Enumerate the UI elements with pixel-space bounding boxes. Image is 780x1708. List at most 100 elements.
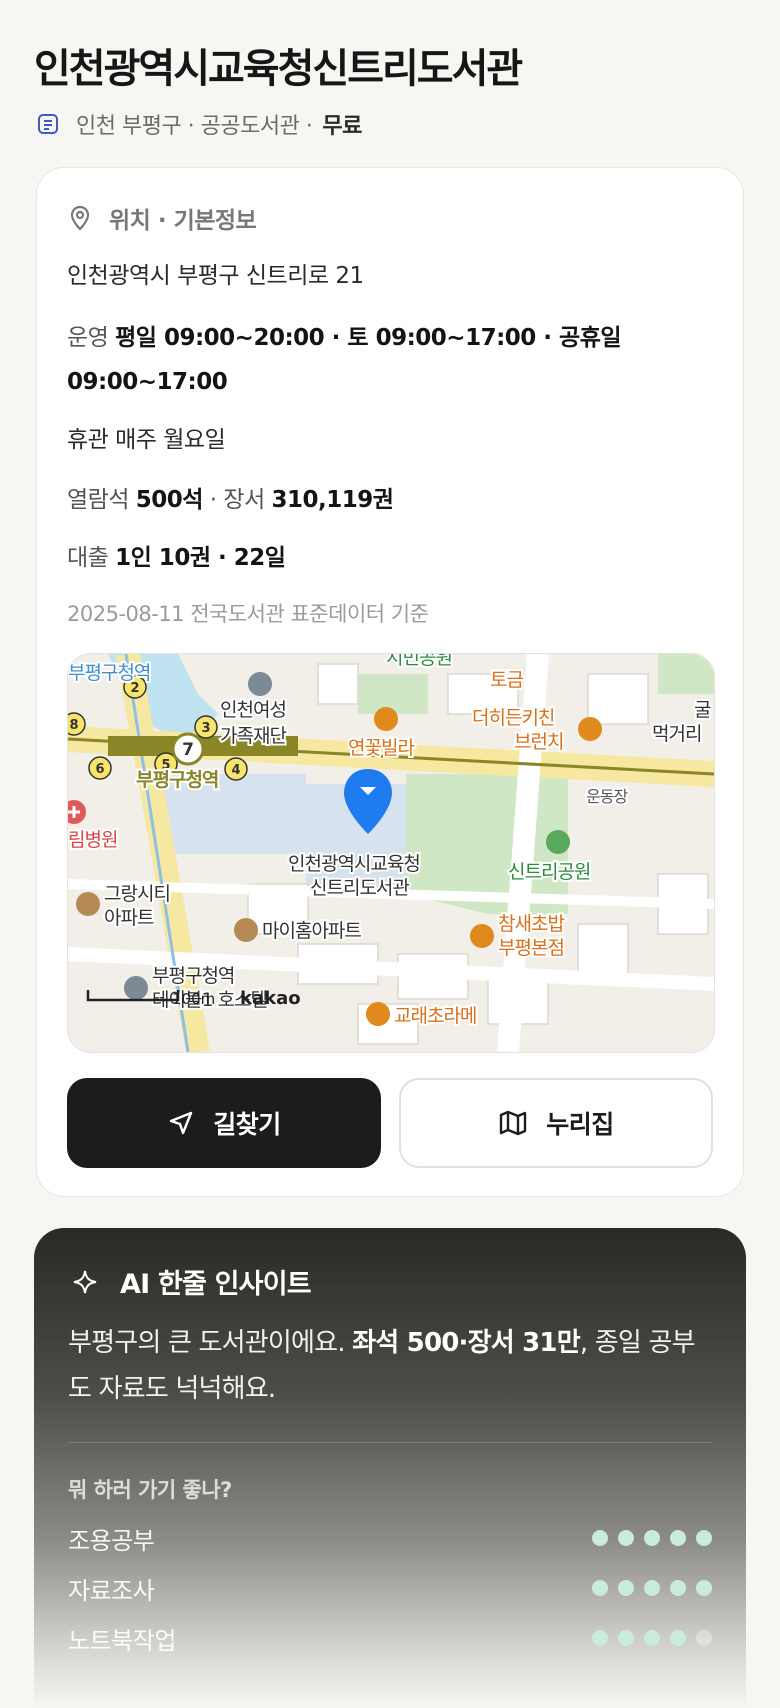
rating-dot: [670, 1530, 686, 1546]
rating-dot: [592, 1580, 608, 1596]
ai-insight-text: 부평구의 큰 도서관이에요. 좌석 500·장서 31만, 종일 공부도 자료도…: [68, 1320, 708, 1412]
map-label: 부평구청역: [152, 965, 234, 987]
map-label: 가족재단: [220, 725, 286, 747]
activity-name: 조용공부: [68, 1526, 155, 1555]
map-label: 브런치: [514, 731, 563, 753]
building-icon: [248, 672, 272, 696]
map-label: 연꽃빌라: [348, 737, 414, 759]
building-icon: [124, 976, 148, 1000]
activity-row: 자료조사: [68, 1568, 712, 1608]
library-meta: 인천 부평구 · 공공도서관 · 무료: [36, 108, 362, 140]
map-label: 먹거리: [652, 723, 701, 745]
hours-value: 평일 09:00~20:00 · 토 09:00~17:00 · 공휴일 09:…: [67, 325, 622, 395]
ai-text-highlight: 좌석 500·장서 31만: [352, 1328, 580, 1358]
map-view[interactable]: 8 2 3 4 5 6 7 부평구청역 부평구청역 림병원 인천여성 가족재단 …: [67, 653, 715, 1053]
data-source: 2025-08-11 전국도서관 표준데이터 기준: [67, 602, 429, 626]
map-label: 신트리도서관: [310, 877, 409, 899]
activity-row: 노트북작업: [68, 1618, 712, 1658]
ai-insight-card: AI 한줄 인사이트 부평구의 큰 도서관이에요. 좌석 500·장서 31만,…: [34, 1228, 746, 1708]
rating-dot: [592, 1630, 608, 1646]
address: 인천광역시 부평구 신트리로 21: [67, 263, 364, 289]
loan-policy: 대출 1인 10권 · 22일: [67, 538, 286, 572]
fee-text: 무료: [322, 114, 362, 139]
loan-value: 1인 10권 · 22일: [115, 545, 286, 571]
rating-dot: [696, 1630, 712, 1646]
ai-insight-header: AI 한줄 인사이트: [72, 1262, 312, 1301]
subway-exit-label: 3: [201, 721, 210, 736]
divider: [68, 1442, 712, 1443]
activity-name: 자료조사: [68, 1576, 155, 1605]
directions-button[interactable]: 길찾기: [67, 1078, 381, 1168]
ai-insight-title: AI 한줄 인사이트: [120, 1269, 312, 1300]
rating-dot: [670, 1580, 686, 1596]
park-icon: [546, 830, 570, 854]
document-icon: [38, 114, 58, 134]
rating-dot: [670, 1630, 686, 1646]
sparkle-icon: [73, 1270, 97, 1293]
map-label: 교래초라메: [394, 1005, 476, 1027]
closed-days: 휴관 매주 월요일: [67, 427, 226, 453]
map-scale-label: 100m: [172, 990, 215, 1008]
info-section-title: 위치 · 기본정보: [109, 208, 257, 234]
rating-dots: [582, 1530, 712, 1546]
info-section-header: 위치 · 기본정보: [69, 201, 257, 235]
activity-name: 노트북작업: [68, 1626, 176, 1655]
map-label: 마이홈아파트: [262, 920, 361, 942]
website-button[interactable]: 누리집: [399, 1078, 713, 1168]
seats-books: 열람석 500석 · 장서 310,119권: [67, 480, 394, 514]
cafe-icon: [578, 717, 602, 741]
map-label: 부평구청역: [136, 769, 218, 791]
apartment-icon: [76, 892, 100, 916]
directions-label: 길찾기: [213, 1110, 281, 1139]
hours: 운영 평일 09:00~20:00 · 토 09:00~17:00 · 공휴일 …: [67, 316, 707, 404]
rating-dot: [644, 1630, 660, 1646]
map-label: 토금: [490, 669, 523, 691]
rating-dot: [618, 1630, 634, 1646]
navigation-arrow-icon: [170, 1111, 193, 1135]
rating-dot: [696, 1580, 712, 1596]
map-label: 림병원: [68, 829, 117, 851]
subway-exit-label: 6: [95, 762, 104, 777]
rating-dot: [644, 1530, 660, 1546]
apartment-icon: [234, 918, 258, 942]
map-label: 부평본점: [498, 937, 564, 959]
map-label: 더히든키친: [472, 707, 554, 729]
activity-row: 조용공부: [68, 1518, 712, 1558]
rating-dot: [592, 1530, 608, 1546]
rating-dot: [618, 1580, 634, 1596]
map-label: 아파트: [104, 907, 154, 929]
rating-dot: [696, 1530, 712, 1546]
map-label: 부평구청역: [68, 662, 150, 684]
activity-question: 뭐 하러 가기 좋나?: [68, 1478, 232, 1502]
map-label: 그랑시티: [104, 883, 170, 905]
cafe-icon: [374, 707, 398, 731]
map-label: 인천광역시교육청: [288, 853, 420, 875]
region-text: 인천 부평구 · 공공도서관 ·: [76, 114, 313, 139]
map-label: 운동장: [586, 787, 628, 806]
map-label: 인천여성: [220, 699, 286, 721]
hours-label: 운영: [67, 325, 109, 351]
rating-dot: [644, 1580, 660, 1596]
library-title: 인천광역시교육청신트리도서관: [34, 46, 523, 92]
rating-dots: [582, 1630, 712, 1646]
ai-text-part: 부평구의 큰 도서관이에요.: [68, 1328, 353, 1358]
map-label: 굴: [694, 699, 711, 721]
restaurant-icon: [366, 1002, 390, 1026]
books-label: · 장서: [209, 487, 265, 513]
rating-dot: [618, 1530, 634, 1546]
rating-dots: [582, 1580, 712, 1596]
map-label: 신트리공원: [508, 861, 590, 883]
subway-exit-label: 4: [231, 763, 240, 778]
loan-label: 대출: [67, 545, 109, 571]
books-value: 310,119권: [271, 487, 394, 513]
location-pin-icon: [70, 205, 90, 231]
seats-value: 500석: [135, 487, 204, 513]
subway-exit-label: 8: [69, 718, 78, 733]
restaurant-icon: [470, 924, 494, 948]
info-card: 위치 · 기본정보 인천광역시 부평구 신트리로 21 운영 평일 09:00~…: [36, 167, 744, 1197]
map-label: 참새초밥: [498, 913, 564, 935]
map-label: 시민공원: [386, 654, 452, 669]
subway-line-number: 7: [182, 740, 194, 760]
website-label: 누리집: [546, 1110, 614, 1139]
seats-label: 열람석: [67, 487, 129, 513]
